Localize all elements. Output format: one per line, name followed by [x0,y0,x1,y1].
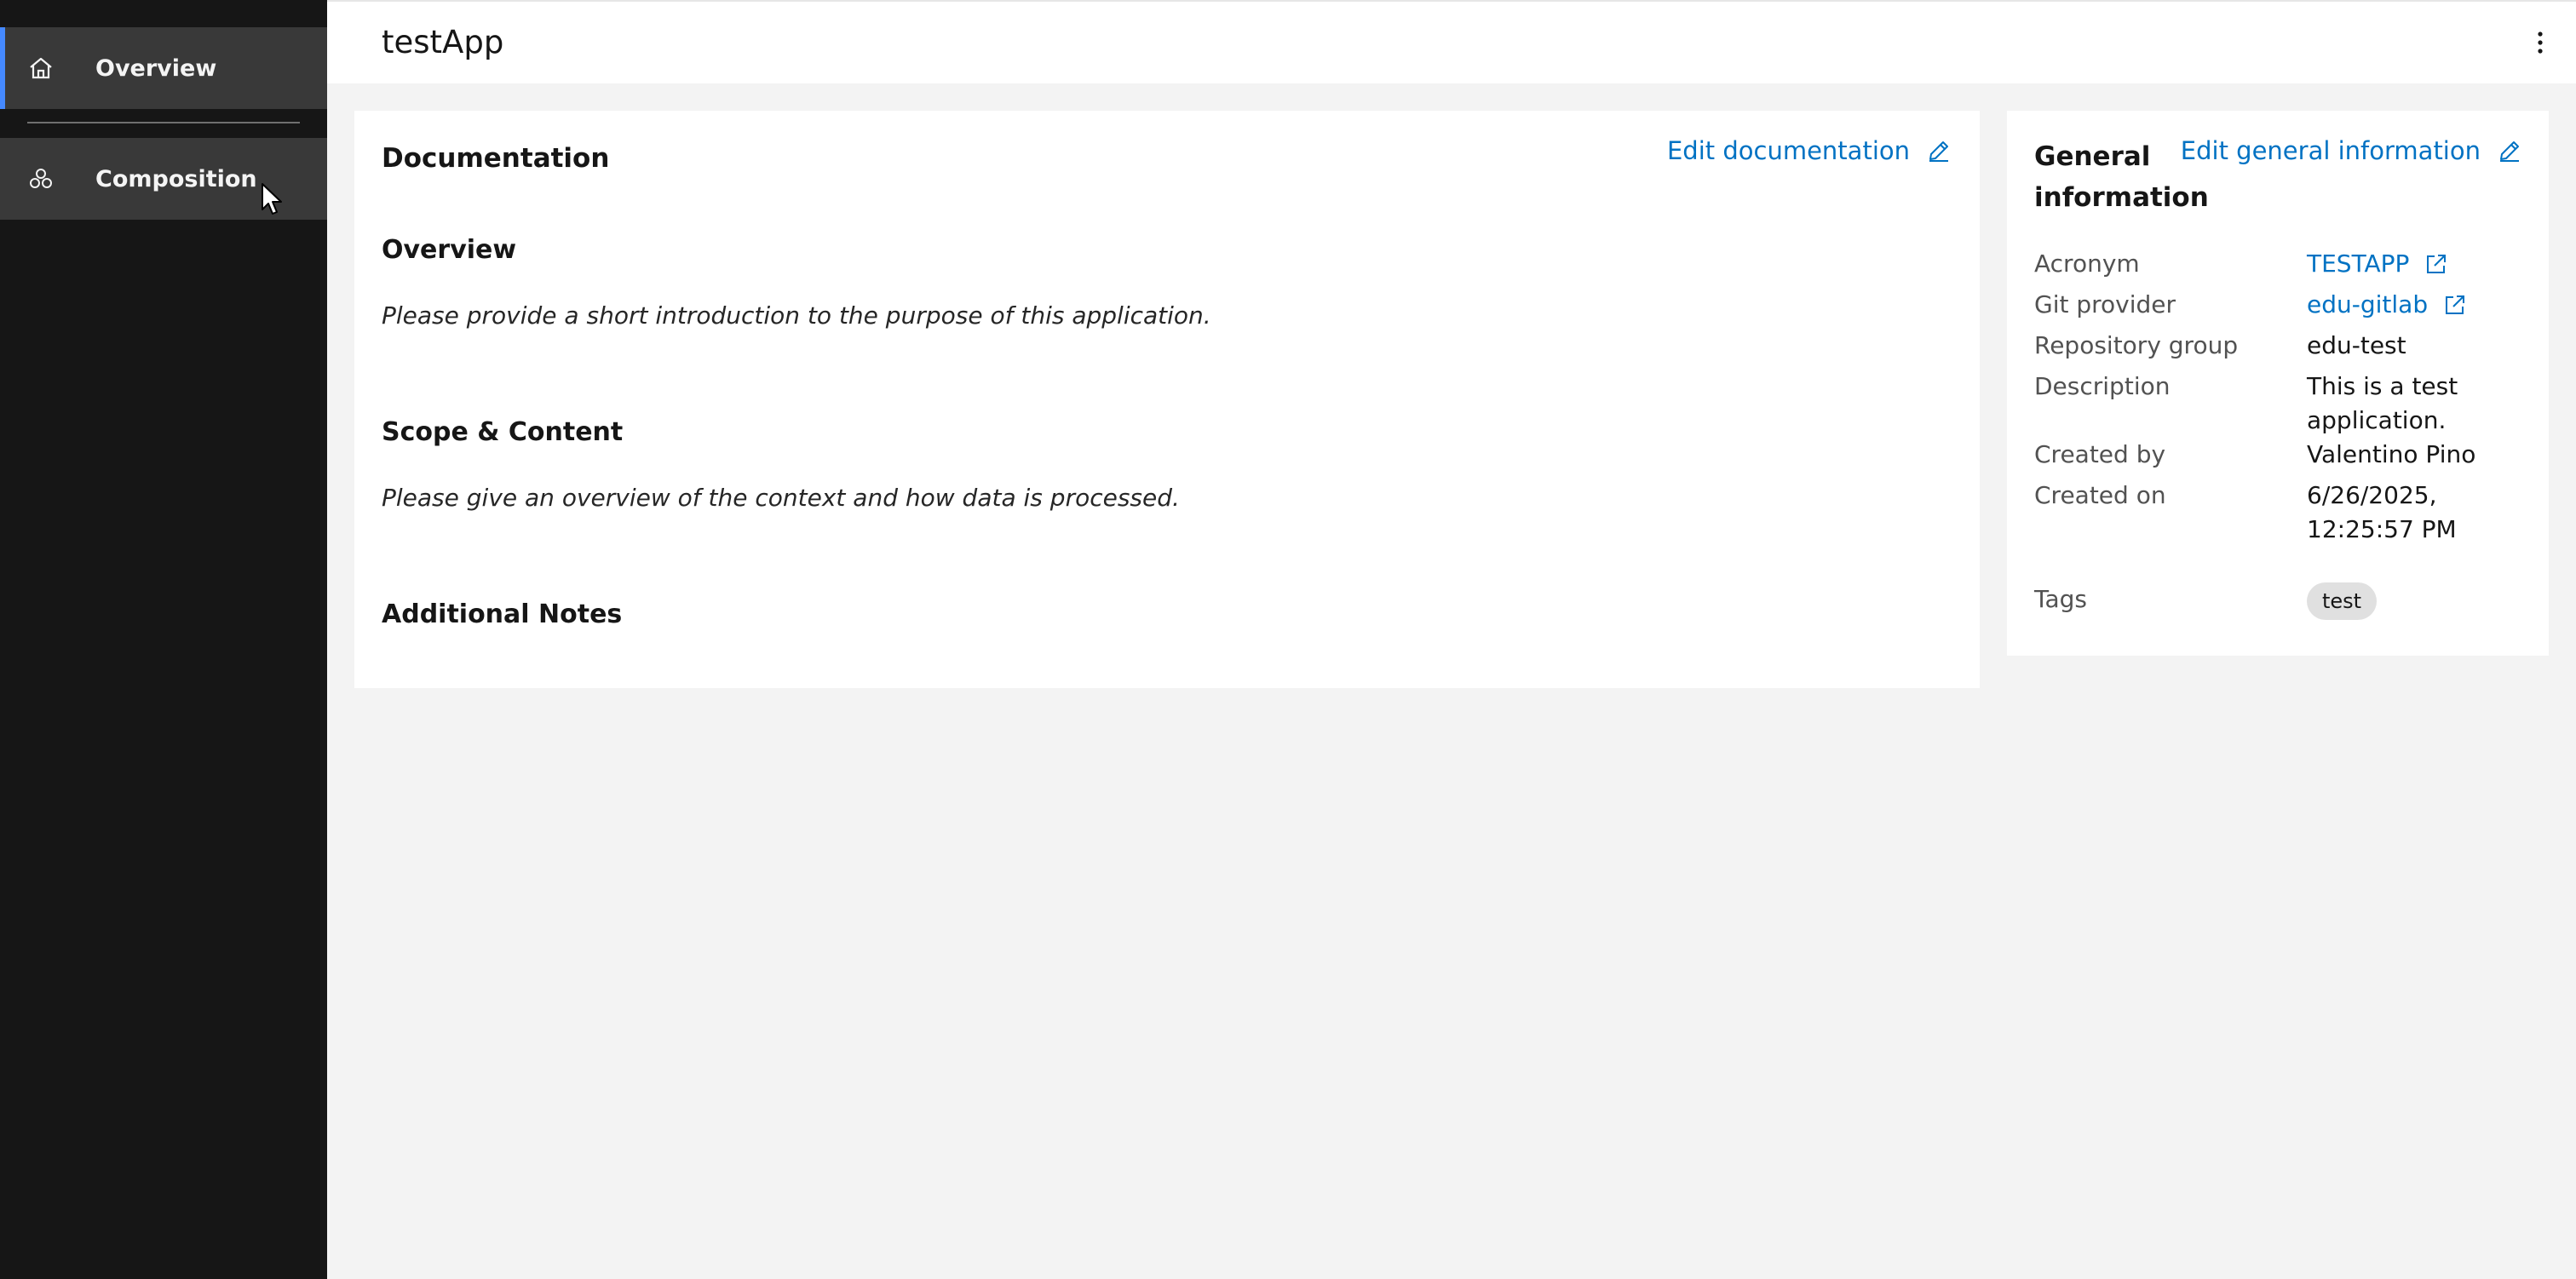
info-label: Tags [2034,585,2087,613]
section-body-overview: Please provide a short introduction to t… [382,301,1211,330]
sidebar-item-label: Overview [95,54,217,82]
repository-group-value: edu-test [2307,331,2406,359]
sidebar-divider [27,122,300,123]
created-by-value: Valentino Pino [2307,440,2476,468]
tags-list: test [2307,582,2528,620]
general-information-card: General information Edit general informa… [2007,111,2549,656]
edit-general-information-label: Edit general information [2180,136,2481,165]
section-body-scope: Please give an overview of the context a… [382,484,1180,512]
info-label: Created on [2034,481,2166,509]
description-value: This is a test application. [2307,372,2458,434]
section-heading-overview: Overview [382,235,517,265]
side-nav: Overview Composition [0,0,327,1279]
mouse-pointer-icon [262,183,282,215]
page-title: testApp [382,24,504,60]
launch-icon [2427,255,2447,273]
cluster-icon [30,169,52,188]
acronym-link[interactable]: TESTAPP [2307,247,2528,281]
section-heading-notes: Additional Notes [382,599,623,629]
sidebar-item-overview[interactable]: Overview [0,27,327,109]
edit-documentation-label: Edit documentation [1666,136,1910,165]
edit-icon [2500,141,2519,162]
page-header: testApp [327,0,2576,83]
git-provider-link[interactable]: edu-gitlab [2307,288,2528,322]
info-label: Description [2034,372,2171,400]
edit-general-information-link[interactable]: Edit general information [2181,136,2521,165]
tag-badge[interactable]: test [2307,582,2378,620]
documentation-title: Documentation [382,143,610,174]
acronym-value: TESTAPP [2307,249,2410,278]
edit-icon [1929,141,1948,162]
info-label: Repository group [2034,331,2239,359]
info-label: Acronym [2034,249,2140,278]
git-provider-value: edu-gitlab [2307,290,2429,318]
documentation-card: Documentation Edit documentation Overvie… [354,111,1980,688]
overflow-menu-vertical-icon[interactable] [2530,27,2550,58]
section-heading-scope: Scope & Content [382,417,624,447]
edit-documentation-link[interactable]: Edit documentation [1667,136,1951,165]
launch-icon [2446,295,2465,314]
info-label: Created by [2034,440,2166,468]
home-icon [30,57,52,79]
info-label: Git provider [2034,290,2176,318]
sidebar-item-label: Composition [95,165,257,192]
created-on-value: 6/26/2025, 12:25:57 PM [2307,481,2457,543]
